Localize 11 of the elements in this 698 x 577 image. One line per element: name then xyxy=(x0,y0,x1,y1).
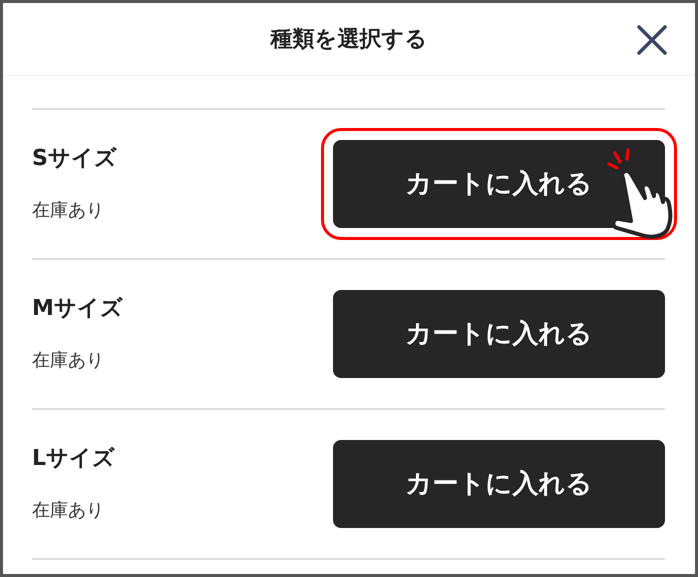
add-to-cart-button[interactable]: カートに入れる xyxy=(333,290,665,378)
size-name: Sサイズ xyxy=(32,145,117,173)
add-to-cart-button[interactable]: カートに入れる xyxy=(333,440,665,528)
add-to-cart-button[interactable]: カートに入れる xyxy=(333,140,665,228)
size-name: Lサイズ xyxy=(32,445,116,473)
size-name: Mサイズ xyxy=(32,295,123,323)
stock-status: 在庫あり xyxy=(32,349,105,373)
stock-status: 在庫あり xyxy=(32,499,105,523)
dialog-title: 種類を選択する xyxy=(270,26,428,54)
close-icon[interactable] xyxy=(636,24,668,56)
stock-status: 在庫あり xyxy=(32,199,105,223)
